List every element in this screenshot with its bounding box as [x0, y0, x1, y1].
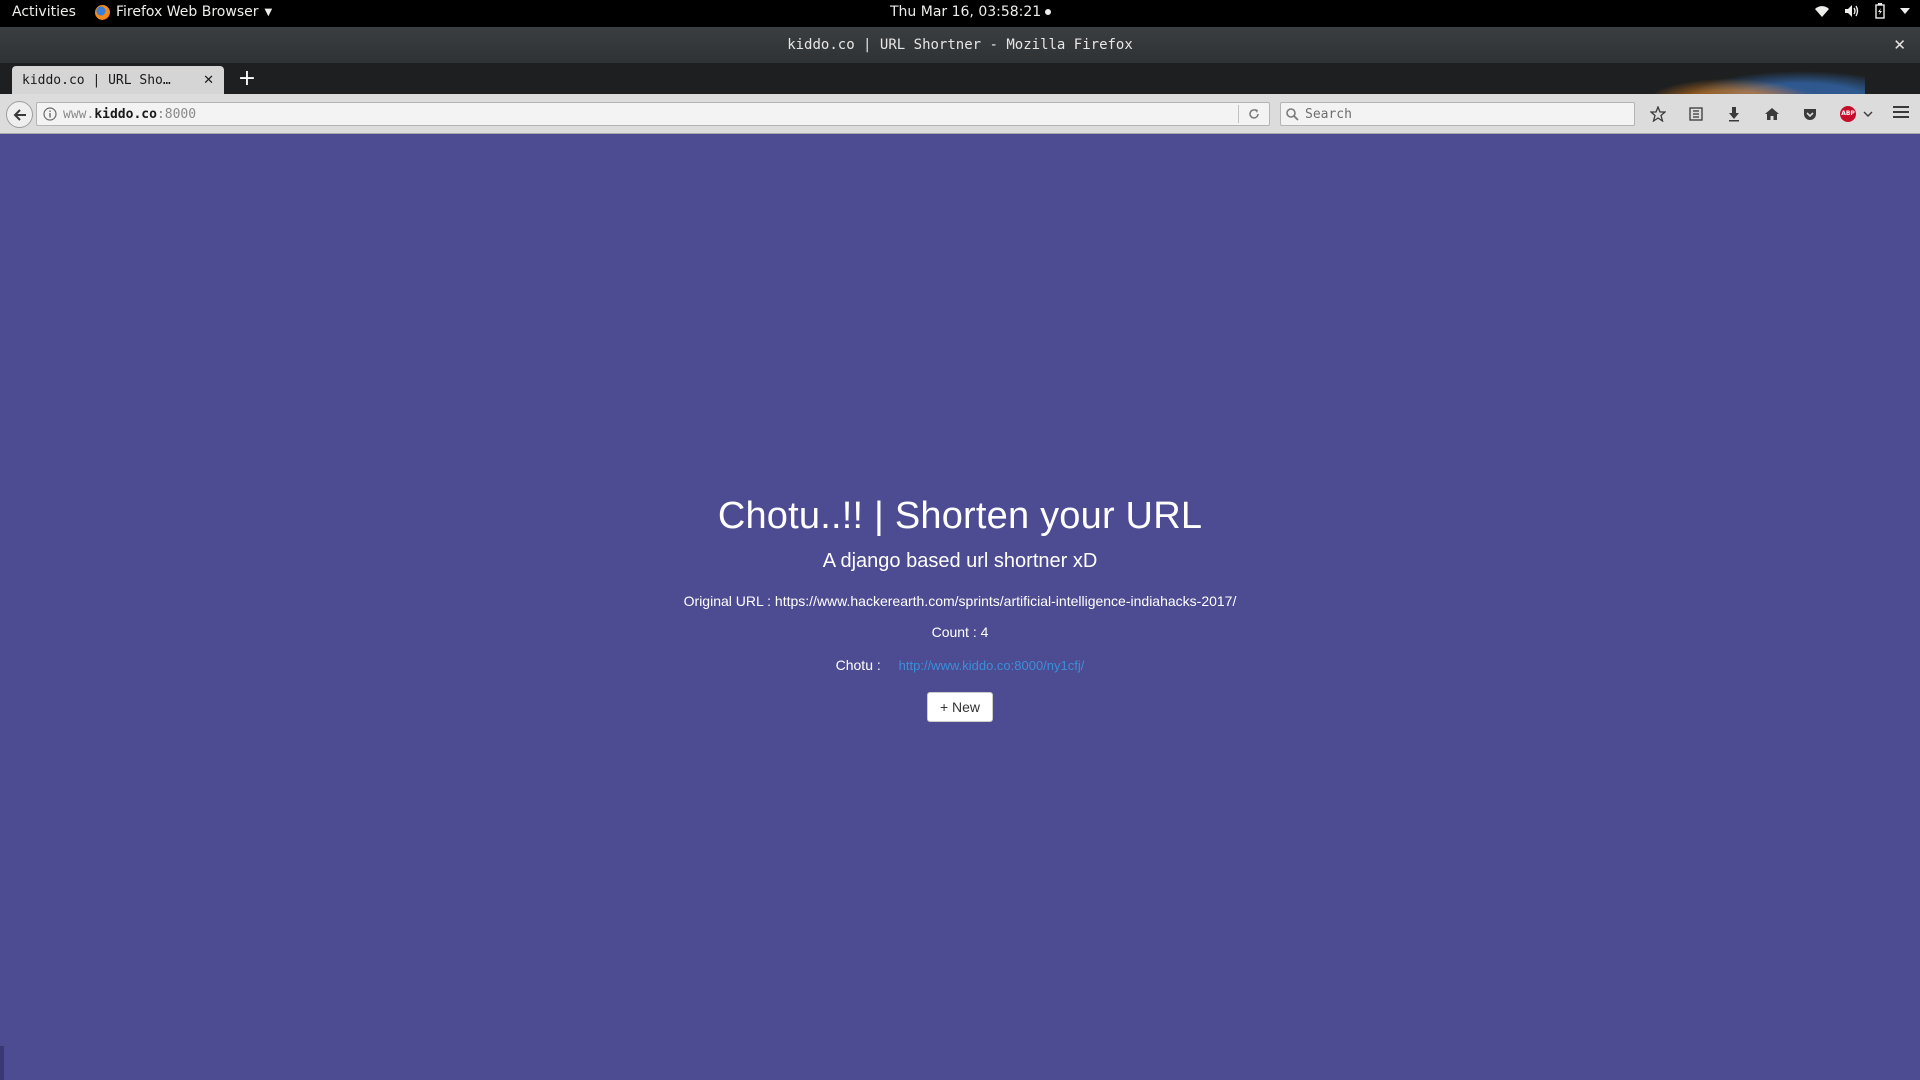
battery-icon	[1875, 3, 1885, 19]
url-port: :8000	[156, 106, 197, 122]
menu-icon[interactable]	[1892, 104, 1910, 125]
system-top-bar: Activities Firefox Web Browser ▼ Thu Mar…	[0, 0, 1920, 27]
download-icon[interactable]	[1722, 102, 1746, 126]
toolbar-icons: ABP	[1646, 102, 1888, 126]
reload-button[interactable]	[1239, 108, 1269, 120]
short-url-row: Chotu : http://www.kiddo.co:8000/ny1cfj/	[0, 657, 1920, 673]
pocket-icon[interactable]	[1798, 102, 1822, 126]
url-domain: kiddo.co	[94, 106, 157, 122]
tab-label: kiddo.co | URL Sho…	[22, 72, 171, 88]
caret-down-icon	[1900, 8, 1910, 14]
activities-button[interactable]: Activities	[12, 4, 76, 20]
firefox-logo-icon	[95, 4, 110, 20]
url-prefix: www.	[63, 106, 95, 122]
close-window-icon[interactable]: ✕	[1893, 27, 1906, 63]
volume-icon	[1845, 5, 1859, 17]
page-subtitle: A django based url shortner xD	[822, 550, 1098, 572]
chotu-label: Chotu :	[835, 657, 881, 673]
notification-dot-icon	[1045, 9, 1052, 15]
search-icon	[1286, 107, 1299, 121]
reader-list-icon[interactable]	[1684, 102, 1708, 126]
tab-active[interactable]: kiddo.co | URL Sho… ✕	[12, 66, 224, 94]
site-info-icon[interactable]	[43, 107, 57, 121]
new-button[interactable]: + New	[926, 692, 994, 722]
count-text: Count : 4	[931, 624, 989, 640]
reload-icon	[1249, 109, 1259, 119]
caret-down-icon: ▼	[264, 6, 273, 18]
navigation-toolbar: www.kiddo.co:8000 Search ABP	[0, 94, 1920, 134]
chevron-down-icon[interactable]	[1862, 102, 1874, 126]
url-bar[interactable]: www.kiddo.co:8000	[36, 102, 1270, 126]
app-menu-label: Firefox Web Browser	[116, 4, 259, 20]
search-bar[interactable]: Search	[1280, 102, 1635, 126]
adblock-plus-icon[interactable]: ABP	[1836, 102, 1860, 126]
resize-edge	[0, 1046, 4, 1080]
tab-strip: kiddo.co | URL Sho… ✕ +	[0, 63, 1920, 94]
back-button[interactable]	[6, 101, 33, 128]
abp-badge: ABP	[1840, 106, 1856, 122]
bookmark-star-icon[interactable]	[1646, 102, 1670, 126]
clock-label: Thu Mar 16, 03:58:21	[890, 4, 1042, 20]
url-text: www.kiddo.co:8000	[63, 107, 1238, 122]
original-url-text: Original URL : https://www.hackerearth.c…	[683, 593, 1237, 609]
page-content: Chotu..!! | Shorten your URL A django ba…	[0, 495, 1920, 722]
wifi-icon	[1815, 6, 1829, 17]
search-placeholder: Search	[1305, 106, 1352, 122]
window-title: kiddo.co | URL Shortner - Mozilla Firefo…	[787, 37, 1133, 53]
app-menu[interactable]: Firefox Web Browser ▼	[95, 4, 272, 20]
page-viewport: Chotu..!! | Shorten your URL A django ba…	[0, 135, 1920, 1080]
home-icon[interactable]	[1760, 102, 1784, 126]
short-url-link[interactable]: http://www.kiddo.co:8000/ny1cfj/	[899, 658, 1085, 673]
back-arrow-icon	[13, 108, 26, 121]
tab-close-icon[interactable]: ✕	[203, 73, 214, 88]
system-tray[interactable]	[1814, 3, 1910, 19]
page-title: Chotu..!! | Shorten your URL	[717, 495, 1203, 537]
clock[interactable]: Thu Mar 16, 03:58:21	[890, 4, 1052, 20]
window-title-bar: kiddo.co | URL Shortner - Mozilla Firefo…	[0, 27, 1920, 63]
new-tab-button[interactable]: +	[234, 66, 260, 92]
